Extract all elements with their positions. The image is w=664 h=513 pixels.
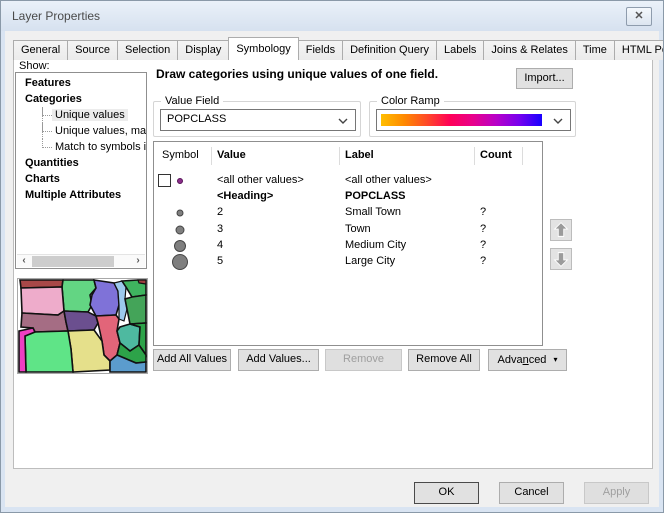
tab-time[interactable]: Time	[575, 40, 615, 60]
import-button[interactable]: Import...	[516, 68, 573, 89]
tree-item-unique-values-many[interactable]: Unique values, many	[16, 123, 146, 139]
column-header-label: Label	[345, 149, 374, 161]
table-row[interactable]: 3 Town ?	[155, 221, 541, 238]
tab-labels[interactable]: Labels	[436, 40, 484, 60]
tab-strip: General Source Selection Display Symbolo…	[13, 37, 664, 60]
add-all-values-button[interactable]: Add All Values	[153, 349, 231, 371]
tree-connector	[42, 139, 52, 148]
tab-symbology[interactable]: Symbology	[228, 37, 298, 60]
tree-item-categories[interactable]: Categories	[16, 91, 146, 107]
tree-connector	[42, 107, 52, 116]
close-icon[interactable]: ✕	[626, 7, 652, 26]
table-row-all-other-values[interactable]: <all other values> <all other values>	[155, 172, 541, 189]
tree-connector	[42, 123, 52, 132]
chevron-down-icon	[553, 118, 563, 124]
tree-item-charts[interactable]: Charts	[16, 171, 146, 187]
titlebar[interactable]: Layer Properties ✕	[1, 1, 663, 31]
table-row-heading[interactable]: <Heading> POPCLASS	[155, 188, 541, 205]
map-preview	[17, 278, 148, 374]
layer-properties-dialog: Layer Properties ✕ General Source Select…	[0, 0, 664, 513]
tree-item-match-to-symbols[interactable]: Match to symbols in a	[16, 139, 146, 155]
value-field-group-label: Value Field	[161, 95, 223, 107]
apply-button[interactable]: Apply	[584, 482, 649, 504]
remove-button[interactable]: Remove	[325, 349, 402, 371]
tab-selection[interactable]: Selection	[117, 40, 178, 60]
tab-definition-query[interactable]: Definition Query	[342, 40, 437, 60]
tab-source[interactable]: Source	[67, 40, 118, 60]
tab-fields[interactable]: Fields	[298, 40, 343, 60]
move-down-button[interactable]	[550, 248, 572, 270]
show-tree: Features Categories Unique values Unique…	[15, 72, 147, 269]
table-row[interactable]: 4 Medium City ?	[155, 237, 541, 254]
column-separator	[474, 147, 475, 165]
table-row[interactable]: 2 Small Town ?	[155, 204, 541, 221]
show-label: Show:	[19, 60, 50, 72]
tree-horizontal-scrollbar[interactable]: ‹ ›	[17, 254, 145, 267]
point-symbol[interactable]	[176, 225, 185, 234]
remove-all-button[interactable]: Remove All	[408, 349, 480, 371]
tab-display[interactable]: Display	[177, 40, 229, 60]
map-preview-image	[18, 279, 147, 373]
value-field-group: Value Field POPCLASS	[153, 101, 361, 137]
scroll-right-icon[interactable]: ›	[131, 255, 145, 268]
point-symbol[interactable]	[174, 240, 186, 252]
value-field-selected-value: POPCLASS	[167, 113, 226, 125]
color-ramp-group: Color Ramp	[369, 101, 576, 137]
tree-item-unique-values[interactable]: Unique values	[16, 107, 146, 123]
advanced-button[interactable]: Advanced ▾	[488, 349, 567, 371]
color-ramp-swatch	[381, 114, 542, 126]
value-field-dropdown[interactable]: POPCLASS	[160, 109, 356, 131]
table-row[interactable]: 5 Large City ?	[155, 253, 541, 270]
column-header-count: Count	[480, 149, 512, 161]
arrow-up-icon	[551, 220, 571, 240]
advanced-button-label: Advanced	[497, 354, 546, 366]
chevron-down-icon	[338, 118, 348, 124]
window-title: Layer Properties	[12, 9, 100, 23]
caret-down-icon: ▾	[554, 355, 558, 364]
arrow-down-icon	[551, 249, 571, 269]
tree-item-features[interactable]: Features	[16, 75, 146, 91]
tab-general[interactable]: General	[13, 40, 68, 60]
point-symbol[interactable]	[177, 209, 184, 216]
cancel-button[interactable]: Cancel	[499, 482, 564, 504]
all-other-values-checkbox[interactable]	[158, 174, 171, 187]
unique-values-list: Symbol Value Label Count <all other valu…	[153, 141, 543, 346]
column-header-symbol: Symbol	[162, 149, 199, 161]
tree-item-multiple-attributes[interactable]: Multiple Attributes	[16, 187, 146, 203]
add-values-button[interactable]: Add Values...	[238, 349, 319, 371]
point-symbol[interactable]	[172, 254, 188, 270]
scroll-left-icon[interactable]: ‹	[17, 255, 31, 268]
panel-heading: Draw categories using unique values of o…	[156, 67, 438, 81]
column-header-value: Value	[217, 149, 246, 161]
tab-joins-relates[interactable]: Joins & Relates	[483, 40, 575, 60]
point-symbol[interactable]	[177, 178, 183, 184]
color-ramp-group-label: Color Ramp	[377, 95, 444, 107]
ok-button[interactable]: OK	[414, 482, 479, 504]
scrollbar-thumb[interactable]	[32, 256, 114, 267]
column-separator	[339, 147, 340, 165]
column-separator	[211, 147, 212, 165]
tab-html-popup[interactable]: HTML Popup	[614, 40, 664, 60]
color-ramp-dropdown[interactable]	[376, 109, 571, 131]
column-separator	[522, 147, 523, 165]
tree-item-quantities[interactable]: Quantities	[16, 155, 146, 171]
move-up-button[interactable]	[550, 219, 572, 241]
